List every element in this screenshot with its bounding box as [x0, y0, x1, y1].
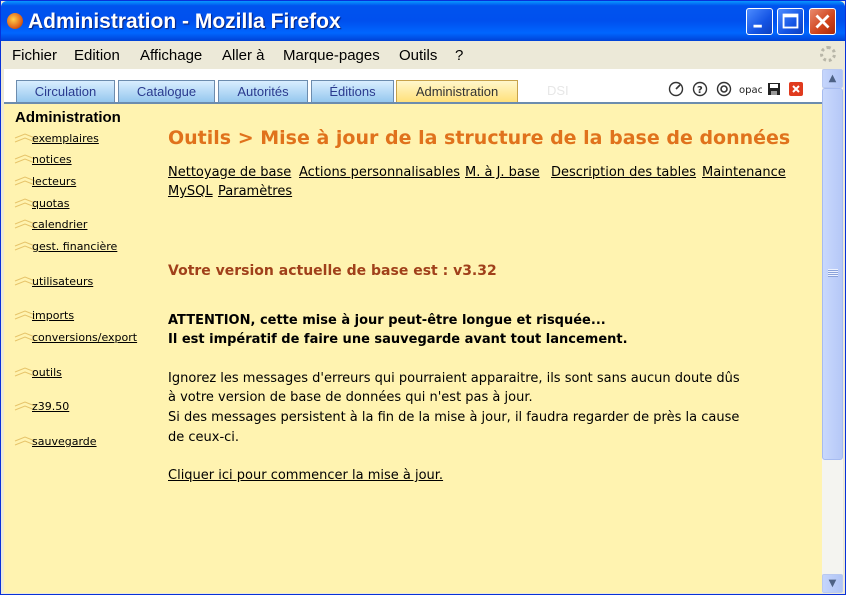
menu-marque-pages[interactable]: Marque-pages — [283, 47, 380, 64]
help-icon[interactable]: ? — [692, 81, 708, 97]
sidebar-item-z3950[interactable]: z39.50 — [32, 400, 69, 413]
page-viewport: Circulation Catalogue Autorités Éditions… — [4, 69, 822, 593]
menu-edition[interactable]: Edition — [74, 47, 120, 64]
settings-icon[interactable] — [716, 81, 732, 97]
tab-catalogue[interactable]: Catalogue — [118, 80, 215, 102]
throbber-icon — [820, 46, 836, 62]
info-line-3: Si des messages persistent à la fin de l… — [168, 410, 740, 425]
sidebar-item-imports[interactable]: imports — [32, 309, 74, 322]
close-window-button[interactable] — [809, 8, 836, 35]
link-actions-personnalisables[interactable]: Actions personnalisables — [299, 165, 460, 180]
sidebar-item-quotas[interactable]: quotas — [32, 197, 69, 210]
close-icon — [815, 14, 830, 29]
minimize-button[interactable] — [746, 8, 773, 35]
sidebar-title: Administration — [15, 109, 121, 126]
link-maj-base[interactable]: M. à J. base — [465, 165, 540, 180]
tab-dsi-ghost: DSI — [547, 83, 569, 98]
sidebar-item-notices[interactable]: notices — [32, 153, 72, 166]
svg-text:?: ? — [697, 85, 703, 96]
link-description-tables[interactable]: Description des tables — [551, 165, 696, 180]
browser-window: Administration - Mozilla Firefox Fichier… — [0, 0, 846, 595]
link-maintenance-mysql-part1[interactable]: Maintenance — [702, 165, 786, 180]
title-bar[interactable]: Administration - Mozilla Firefox — [1, 1, 845, 41]
scroll-down-button[interactable]: ▼ — [822, 574, 843, 593]
sidebar-item-lecteurs[interactable]: lecteurs — [32, 175, 76, 188]
link-maintenance-mysql-part2[interactable]: MySQL — [168, 184, 213, 199]
warning-line-1: ATTENTION, cette mise à jour peut-être l… — [168, 313, 606, 328]
sidebar-item-exemplaires[interactable]: exemplaires — [32, 132, 99, 145]
menu-outils[interactable]: Outils — [399, 47, 437, 64]
info-line-4: de ceux-ci. — [168, 430, 240, 445]
sidebar-item-gest-financiere[interactable]: gest. financière — [32, 240, 117, 253]
menu-help[interactable]: ? — [455, 47, 463, 64]
refresh-icon[interactable] — [668, 81, 684, 97]
save-icon[interactable] — [766, 81, 782, 97]
window-title: Administration - Mozilla Firefox — [28, 10, 341, 33]
tab-circulation[interactable]: Circulation — [16, 80, 115, 102]
sidebar-item-sauvegarde[interactable]: sauvegarde — [32, 435, 97, 448]
link-nettoyage-base[interactable]: Nettoyage de base — [168, 165, 291, 180]
menu-bar: Fichier Edition Affichage Aller à Marque… — [2, 41, 844, 69]
warning-line-2: Il est impératif de faire une sauvegarde… — [168, 332, 628, 347]
page-title: Outils > Mise à jour de la structure de … — [168, 127, 791, 149]
scroll-grip — [828, 269, 838, 277]
info-line-1: Ignorez les messages d'erreurs qui pourr… — [168, 371, 740, 386]
tab-editions[interactable]: Éditions — [311, 80, 394, 102]
version-text: Votre version actuelle de base est : v3.… — [168, 263, 497, 279]
scroll-thumb[interactable] — [822, 88, 843, 460]
tab-bar: Circulation Catalogue Autorités Éditions… — [4, 69, 822, 104]
maximize-button[interactable] — [777, 8, 804, 35]
sidebar-item-calendrier[interactable]: calendrier — [32, 218, 87, 231]
sidebar-item-conversions-export[interactable]: conversions/export — [32, 331, 137, 344]
opac-label: opac — [739, 85, 762, 96]
opac-icon[interactable]: opac — [738, 81, 762, 97]
tab-autorites[interactable]: Autorités — [218, 80, 308, 102]
firefox-icon — [7, 13, 23, 29]
sidebar-item-utilisateurs[interactable]: utilisateurs — [32, 275, 93, 288]
start-update-link[interactable]: Cliquer ici pour commencer la mise à jou… — [168, 468, 443, 483]
link-parametres[interactable]: Paramètres — [218, 184, 292, 199]
minimize-icon — [753, 24, 762, 28]
maximize-icon — [782, 13, 799, 29]
vertical-scrollbar[interactable]: ▲ ▼ — [822, 69, 843, 593]
menu-affichage[interactable]: Affichage — [140, 47, 202, 64]
scroll-up-button[interactable]: ▲ — [822, 69, 843, 88]
menu-fichier[interactable]: Fichier — [12, 47, 57, 64]
menu-aller-a[interactable]: Aller à — [222, 47, 265, 64]
sidebar-item-outils[interactable]: outils — [32, 366, 62, 379]
info-line-2: à votre version de base de données qui n… — [168, 390, 533, 405]
tab-administration[interactable]: Administration — [396, 80, 518, 102]
close-icon[interactable] — [788, 81, 804, 97]
